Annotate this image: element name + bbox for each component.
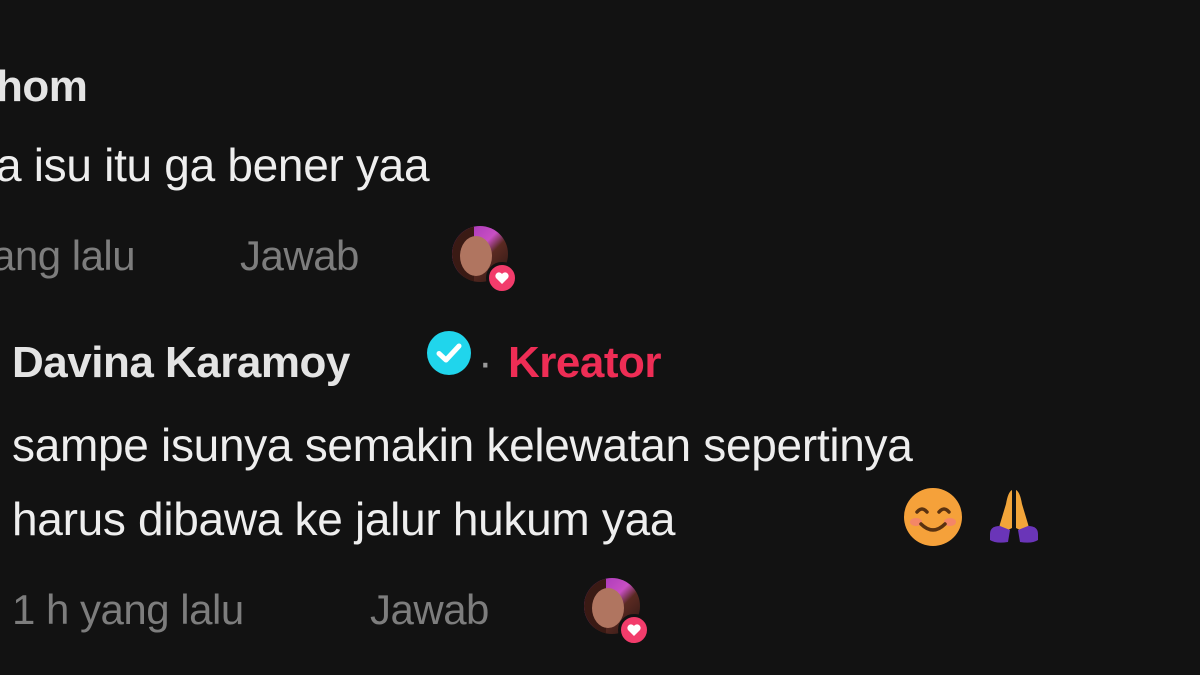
comment-text: a isu itu ga bener yaa <box>0 139 430 191</box>
folded-hands-emoji <box>990 490 1038 543</box>
comment-text-line-1: sampe isunya semakin kelewatan sepertiny… <box>12 419 913 471</box>
comment-username[interactable]: hom <box>0 62 88 112</box>
smiling-face-emoji <box>904 488 962 546</box>
comment-timestamp: 1 h yang lalu <box>12 586 244 633</box>
creator-badge: Kreator <box>508 338 662 387</box>
separator-dot: · <box>478 338 493 387</box>
comment-timestamp: ang lalu <box>0 232 136 279</box>
heart-icon <box>486 262 518 294</box>
reply-button[interactable]: Jawab <box>240 232 359 280</box>
comment-text-line-2: harus dibawa ke jalur hukum yaa <box>12 493 676 545</box>
verified-check-icon <box>427 331 471 375</box>
comment-username[interactable]: Davina Karamoy <box>12 338 350 388</box>
reply-button[interactable]: Jawab <box>370 586 489 634</box>
heart-icon <box>618 614 650 646</box>
